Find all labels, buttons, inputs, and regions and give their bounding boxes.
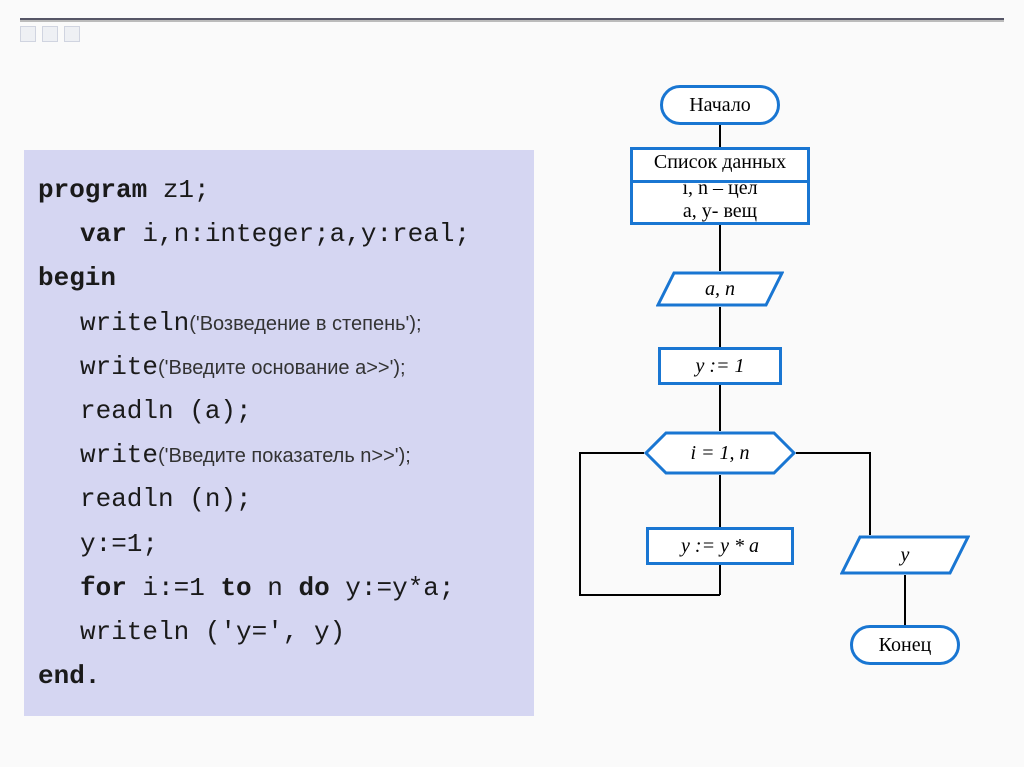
code-box: program z1; var i,n:integer;a,y:real; be… (24, 150, 534, 716)
kw-begin: begin (38, 263, 116, 293)
code-text: ('Введите показатель n>>'); (158, 445, 411, 467)
code-line-8: readln (n); (38, 477, 520, 521)
code-line-5: write('Введите основание a>>'); (38, 345, 520, 389)
fn-write: write (80, 352, 158, 382)
fn-readln: readln (n); (80, 484, 252, 514)
code-line-2: var i,n:integer;a,y:real; (38, 212, 520, 256)
code-line-7: write('Введите показатель n>>'); (38, 433, 520, 477)
code-text: z1; (147, 175, 209, 205)
flow-end: Конец (850, 625, 960, 665)
code-line-11: writeln ('y=', y) (38, 610, 520, 654)
code-text: ('Введите основание a>>'); (158, 357, 406, 379)
kw-do: do (298, 573, 329, 603)
flow-data-line2: a, y- вещ (683, 200, 757, 222)
code-line-12: end. (38, 654, 520, 698)
code-text: ('Возведение в степень'); (189, 313, 421, 335)
flow-loop: i = 1, n (644, 431, 796, 475)
code-text: y:=1; (80, 529, 158, 559)
code-text: y:=y*a; (330, 573, 455, 603)
fn-readln: readln (a); (80, 396, 252, 426)
flow-input: a, n (656, 271, 784, 307)
flowchart: Начало Список данных i, n – цел a, y- ве… (560, 85, 1000, 755)
code-line-1: program z1; (38, 168, 520, 212)
flow-body: y := y * a (646, 527, 794, 565)
code-text: i:=1 (127, 573, 221, 603)
fn-write: write (80, 440, 158, 470)
kw-end: end. (38, 661, 100, 691)
fn-writeln: writeln ('y=', y) (80, 617, 345, 647)
code-line-9: y:=1; (38, 522, 520, 566)
kw-to: to (220, 573, 251, 603)
kw-for: for (80, 573, 127, 603)
code-line-3: begin (38, 256, 520, 300)
code-line-4: writeln('Возведение в степень'); (38, 301, 520, 345)
kw-var: var (80, 219, 127, 249)
top-border (20, 18, 1004, 22)
deco-squares (20, 26, 80, 42)
flow-init: y := 1 (658, 347, 782, 385)
kw-program: program (38, 175, 147, 205)
flow-data-box: Список данных i, n – цел a, y- вещ (630, 147, 810, 225)
flow-start: Начало (660, 85, 780, 125)
flow-data-title: Список данных (654, 151, 786, 174)
flow-output: y (840, 535, 970, 575)
code-text: i,n:integer;a,y:real; (127, 219, 470, 249)
code-line-6: readln (a); (38, 389, 520, 433)
fn-writeln: writeln (80, 308, 189, 338)
code-text: n (252, 573, 299, 603)
code-line-10: for i:=1 to n do y:=y*a; (38, 566, 520, 610)
